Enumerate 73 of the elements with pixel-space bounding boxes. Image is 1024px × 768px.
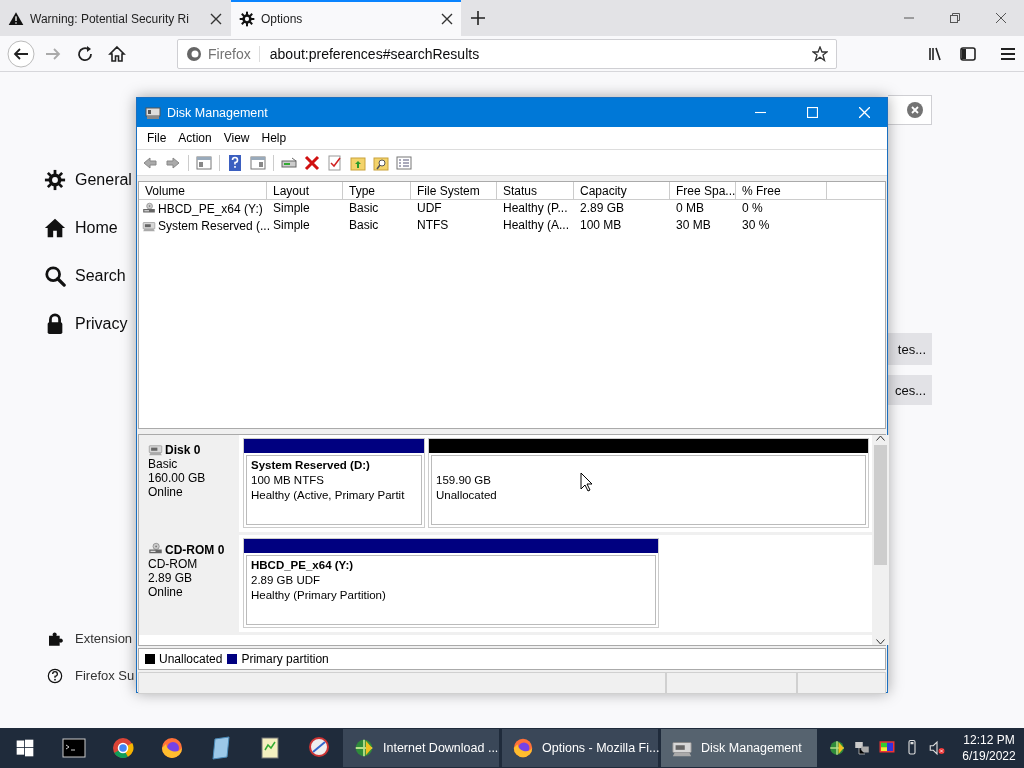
disk-name: CD-ROM 0 <box>165 542 225 557</box>
table-cell-text: Basic <box>348 217 380 234</box>
window-title: Disk Management <box>167 105 269 120</box>
menu-item[interactable]: View <box>217 131 256 145</box>
column-header[interactable]: % Free <box>736 182 827 200</box>
volume-cell[interactable]: System Reserved (... <box>139 217 267 234</box>
partition[interactable]: HBCD_PE_x64 (Y:) 2.89 GB UDF Healthy (Primary Partition) <box>243 538 659 628</box>
disk-label[interactable]: Disk 0 Basic 160.00 GB Online <box>139 435 241 532</box>
partition-name: System Reserved (D:) <box>251 458 370 473</box>
column-header[interactable]: File System <box>411 182 497 200</box>
identity-label: Firefox <box>208 45 260 62</box>
disk-name: Disk 0 <box>165 442 201 457</box>
disk-status: Online <box>148 585 184 599</box>
disk-type: Basic <box>148 457 179 471</box>
clock[interactable]: 12:12 PM 6/19/2022 <box>954 732 1024 764</box>
footer-link[interactable]: Firefox Su <box>44 657 136 694</box>
menu-item[interactable]: File <box>141 131 173 145</box>
url-text: about:preferences#searchResults <box>268 45 481 62</box>
clock-time: 12:12 PM <box>963 732 1015 748</box>
column-header[interactable]: Capacity <box>574 182 670 200</box>
column-header[interactable]: Free Spa... <box>670 182 736 200</box>
partition-status: Healthy (Primary Partition) <box>251 588 386 603</box>
legend-label: Primary partition <box>241 652 329 666</box>
table-cell-text: Healthy (A... <box>502 217 571 234</box>
table-cell-text: 30 % <box>741 217 771 234</box>
category-item[interactable]: General <box>44 156 136 204</box>
column-header[interactable]: Layout <box>267 182 343 200</box>
table-cell-text: NTFS <box>416 217 450 234</box>
menu-item[interactable]: Help <box>255 131 293 145</box>
table-cell-text: 2.89 GB <box>579 200 626 217</box>
address-bar[interactable]: Firefox about:preferences#searchResults <box>177 38 837 69</box>
disk-size: 2.89 GB <box>148 571 194 585</box>
table-cell-text: Simple <box>272 217 311 234</box>
column-header[interactable]: Type <box>343 182 411 200</box>
menu-item[interactable]: Action <box>172 131 218 145</box>
browser-tab[interactable]: Options <box>231 0 461 36</box>
category-item[interactable]: Home <box>44 204 136 252</box>
partition[interactable]: 159.90 GB Unallocated <box>428 438 869 528</box>
partition-name: HBCD_PE_x64 (Y:) <box>251 558 354 573</box>
partition[interactable]: System Reserved (D:) 100 MB NTFS Healthy (Active, Primary Partit <box>243 438 425 528</box>
table-cell-text: 0 MB <box>675 200 705 217</box>
taskbar-button[interactable]: Internet Download ... <box>343 729 499 767</box>
taskbar-button[interactable]: Options - Mozilla Fi... <box>502 729 658 767</box>
tab-title: Warning: Potential Security Ri <box>30 12 190 26</box>
column-header[interactable]: Volume <box>139 182 267 200</box>
disk-label[interactable]: CD-ROM 0 CD-ROM 2.89 GB Online <box>139 535 241 632</box>
table-cell-text: UDF <box>416 200 443 217</box>
settings-button[interactable]: tes... <box>888 333 932 365</box>
tab-title: Options <box>261 12 304 26</box>
disk-status: Online <box>148 485 184 499</box>
settings-button[interactable]: ces... <box>888 375 932 405</box>
taskbar-button[interactable]: Disk Management <box>661 729 817 767</box>
column-header[interactable]: Status <box>497 182 574 200</box>
disk-type: CD-ROM <box>148 557 199 571</box>
browser-tab[interactable]: Warning: Potential Security Ri <box>0 0 230 36</box>
table-cell-text: Simple <box>272 200 311 217</box>
partition-detail: 100 MB NTFS <box>251 473 324 488</box>
partition-detail: 2.89 GB UDF <box>251 573 321 588</box>
legend-label: Unallocated <box>159 652 223 666</box>
clock-date: 6/19/2022 <box>962 748 1016 764</box>
table-cell-text: 100 MB <box>579 217 623 234</box>
table-cell-text: Basic <box>348 200 380 217</box>
footer-link[interactable]: Extension <box>44 620 136 657</box>
category-item[interactable]: Privacy <box>44 300 136 348</box>
disk-size: 160.00 GB <box>148 471 207 485</box>
table-cell-text: 30 MB <box>675 217 712 234</box>
volume-cell[interactable]: HBCD_PE_x64 (Y:) <box>139 200 267 217</box>
category-item[interactable]: Search <box>44 252 136 300</box>
table-cell-text: Healthy (P... <box>502 200 569 217</box>
table-cell-text: 0 % <box>741 200 764 217</box>
partition-status: Healthy (Active, Primary Partit <box>251 488 405 503</box>
partition-status: Unallocated <box>436 488 497 503</box>
partition-detail: 159.90 GB <box>436 473 491 488</box>
